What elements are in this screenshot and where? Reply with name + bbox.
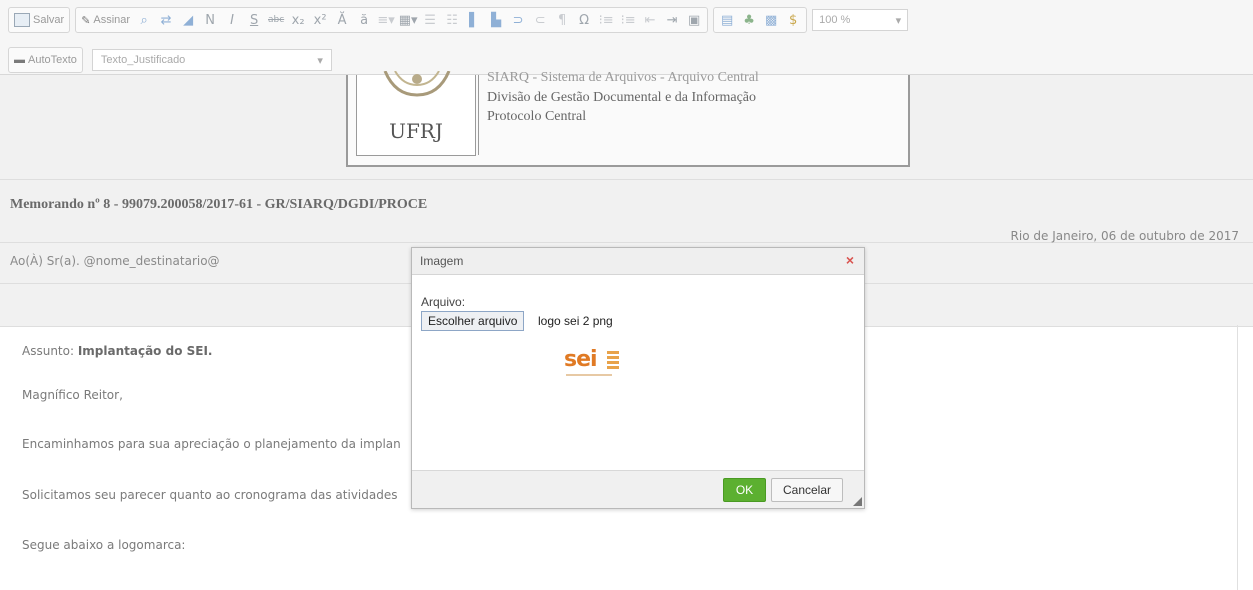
bg-color-icon[interactable]: ă [353,9,375,31]
subject-label: Assunto: [22,344,78,358]
cancel-button[interactable]: Cancelar [771,478,843,502]
autotext-icon[interactable]: ▩ [760,9,782,31]
header-section: UFRJ SIARQ - Sistema de Arquivos - Arqui… [0,70,1253,180]
pilcrow-button[interactable]: ¶ [551,9,573,31]
align-right-icon[interactable]: ▌ [463,9,485,31]
autotext-button[interactable]: ▬ AutoTexto [11,49,80,71]
list-style-icon[interactable]: ≡▾ [375,9,397,31]
recipient-line: Ao(À) Sr(a). @nome_destinatario@ [10,254,220,268]
speech-bubble-icon: ▬ [14,54,25,66]
ufrj-seal-icon [383,71,451,97]
table-icon[interactable]: ▦▾ [397,9,419,31]
dialog-title: Imagem [420,254,464,268]
org-text-cell: SIARQ - Sistema de Arquivos - Arquivo Ce… [478,70,905,155]
memo-title: Memorando nº 8 - 99079.200058/2017-61 - … [10,197,428,212]
image-dialog: Imagem × Arquivo: Escolher arquivo logo … [411,247,865,509]
org-line-2: Divisão de Gestão Documental e da Inform… [487,90,757,105]
seal-cell: UFRJ [356,71,476,156]
toolbar-group-format: ✎ Assinar ⌕ ⇄ ◢ N I S abc x₂ x² Ă ă ≡▾ ▦… [75,7,709,33]
eraser-icon[interactable]: ◢ [177,9,199,31]
underline-button[interactable]: S [243,9,265,31]
align-justify-icon[interactable]: ▙ [485,9,507,31]
sei-logo-bars-icon [607,351,619,373]
align-center-icon[interactable]: ☷ [441,9,463,31]
replace-icon[interactable]: ⇄ [155,9,177,31]
zoom-value: 100 % [819,14,851,26]
save-icon [14,13,30,27]
superscript-icon[interactable]: x² [309,9,331,31]
letterhead-box: UFRJ SIARQ - Sistema de Arquivos - Arqui… [346,70,910,167]
chevron-down-icon: ▾ [895,14,902,27]
image-preview: sei [564,347,624,381]
toolbar-group-save: Salvar [8,7,71,33]
memo-date: Rio de Janeiro, 06 de outubro de 2017 [1010,229,1239,243]
spellcheck-icon[interactable]: ♣ [738,9,760,31]
bold-button[interactable]: N [199,9,221,31]
paragraph-3[interactable]: Segue abaixo a logomarca: [22,538,185,552]
selected-file-name: logo sei 2 png [538,314,613,328]
indent-icon[interactable]: ⊃ [507,9,529,31]
dialog-footer: OK Cancelar [412,470,864,508]
paragraph-2[interactable]: Solicitamos seu parecer quanto ao cronog… [22,488,397,502]
dollar-icon[interactable]: $ [782,9,804,31]
special-char-button[interactable]: Ω [573,9,595,31]
numbered-list-icon[interactable]: ⁝≡ [595,9,617,31]
sign-button[interactable]: ✎ Assinar [78,9,133,31]
org-line-1: SIARQ - Sistema de Arquivos - Arquivo Ce… [487,70,759,85]
find-icon[interactable]: ⌕ [133,9,155,31]
page-edge [1237,325,1238,590]
toolbar-group-tools: ▤ ♣ ▩ $ [713,7,808,33]
page-icon[interactable]: ▤ [716,9,738,31]
sign-button-label: Assinar [93,14,131,26]
dialog-titlebar[interactable]: Imagem × [412,248,864,275]
file-label: Arquivo: [421,295,466,309]
subject-line[interactable]: Assunto: Implantação do SEI. [22,344,212,358]
sei-logo-underline [566,374,612,376]
seal-text: UFRJ [389,119,443,143]
sei-logo-text: sei [564,347,598,372]
decrease-indent-icon[interactable]: ⇤ [639,9,661,31]
save-button-label: Salvar [33,14,65,26]
zoom-select[interactable]: 100 % ▾ [812,9,909,31]
bullet-list-icon[interactable]: ⁝≡ [617,9,639,31]
sign-icon: ✎ [81,14,91,27]
increase-indent-icon[interactable]: ⇥ [661,9,683,31]
style-value: Texto_Justificado [100,54,186,66]
toolbar-row-2: ▬ AutoTexto Texto_Justificado ▾ [8,47,332,73]
ok-button[interactable]: OK [723,478,766,502]
text-color-icon[interactable]: Ă [331,9,353,31]
subject-value: Implantação do SEI. [77,344,213,358]
org-line-3: Protocolo Central [487,109,587,124]
paragraph-1[interactable]: Encaminhamos para sua apreciação o plane… [22,437,401,451]
toolbar-row-1: Salvar ✎ Assinar ⌕ ⇄ ◢ N I S abc x₂ x² Ă… [8,7,909,33]
editor-toolbar: Salvar ✎ Assinar ⌕ ⇄ ◢ N I S abc x₂ x² Ă… [0,0,1253,75]
resize-handle-icon[interactable] [853,497,862,506]
chevron-down-icon: ▾ [317,54,323,67]
close-icon[interactable]: × [846,252,854,268]
strikethrough-button[interactable]: abc [265,9,287,31]
autotext-button-label: AutoTexto [28,54,77,66]
salutation[interactable]: Magnífico Reitor, [22,388,123,402]
choose-file-button[interactable]: Escolher arquivo [421,311,525,331]
align-left-icon[interactable]: ☰ [419,9,441,31]
outdent-icon[interactable]: ⊂ [529,9,551,31]
toolbar-group-autotext: ▬ AutoTexto [8,47,83,73]
save-button[interactable]: Salvar [11,9,67,31]
italic-button[interactable]: I [221,9,243,31]
image-icon[interactable]: ▣ [683,9,705,31]
subscript-icon[interactable]: x₂ [287,9,309,31]
style-select[interactable]: Texto_Justificado ▾ [91,49,332,71]
